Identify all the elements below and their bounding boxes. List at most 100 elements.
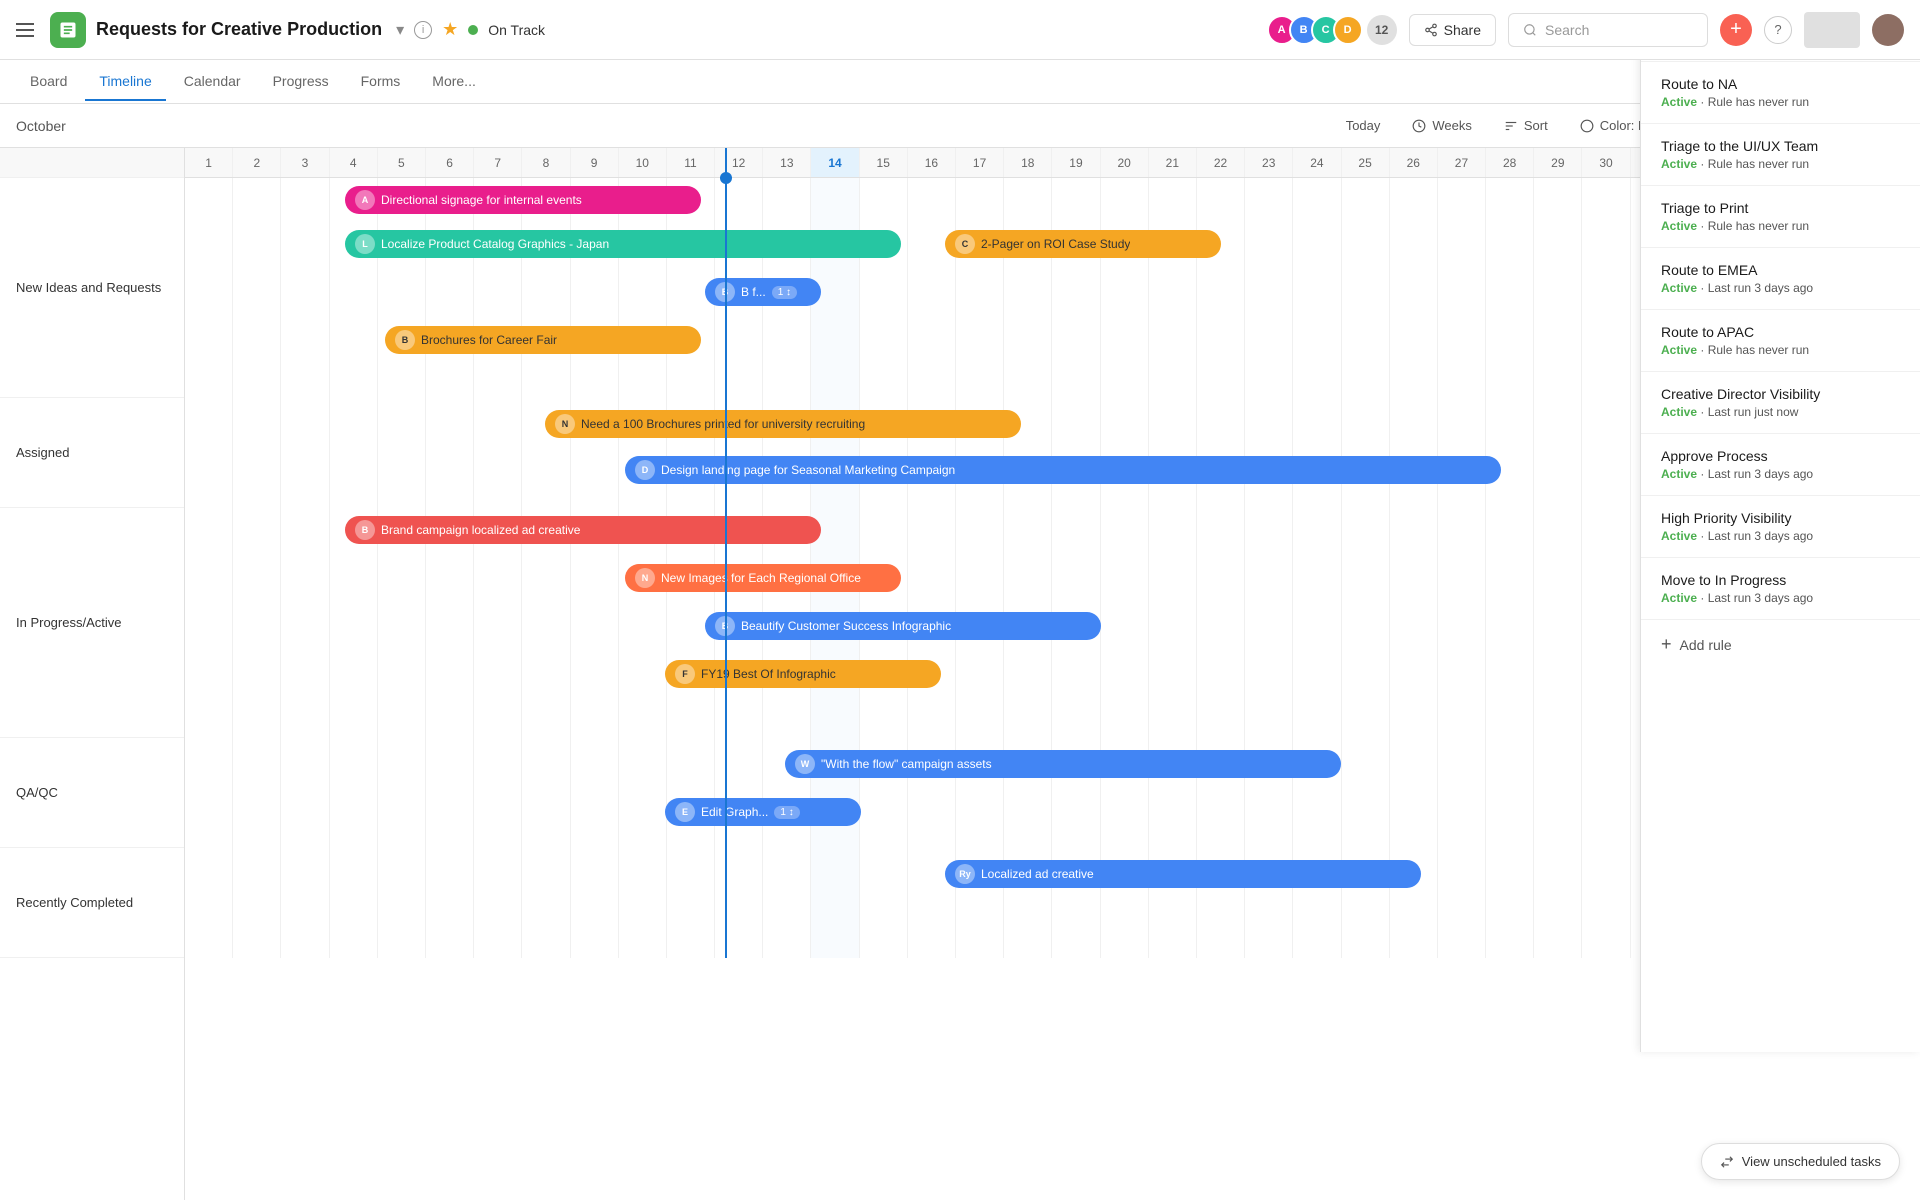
rule-item[interactable]: Route to APAC Active · Rule has never run <box>1641 310 1920 372</box>
sort-button[interactable]: Sort <box>1494 112 1558 139</box>
weeks-button[interactable]: Weeks <box>1402 112 1482 139</box>
task-bar[interactable]: FFY19 Best Of Infographic <box>665 660 941 688</box>
rule-item[interactable]: Move to In ProgressActive · Last run 3 d… <box>1641 558 1920 620</box>
tab-board[interactable]: Board <box>16 63 81 101</box>
tab-calendar[interactable]: Calendar <box>170 63 255 101</box>
task-bar[interactable]: EEdit Graph...1 ↕ <box>665 798 861 826</box>
rule-last-run: Last run 3 days ago <box>1708 591 1813 605</box>
today-button[interactable]: Today <box>1336 112 1391 139</box>
help-button[interactable]: ? <box>1764 16 1792 44</box>
day-cell-26: 26 <box>1390 148 1438 177</box>
tab-forms[interactable]: Forms <box>347 63 415 101</box>
day-cell-1: 1 <box>185 148 233 177</box>
task-bar[interactable]: BBeautify Customer Success Infographic <box>705 612 1101 640</box>
rule-active-indicator: Active <box>1661 405 1697 419</box>
rule-last-run: Rule has never run <box>1708 157 1809 171</box>
rule-name: Route to APAC <box>1661 324 1900 340</box>
task-bar[interactable]: L Localize Product Catalog Graphics - Jap… <box>345 230 901 258</box>
day-cell-3: 3 <box>281 148 329 177</box>
task-label: Brochures for Career Fair <box>421 333 557 347</box>
task-bar[interactable]: ADirectional signage for internal events <box>345 186 701 214</box>
share-button[interactable]: Share <box>1409 14 1496 46</box>
row-label-header <box>0 148 184 178</box>
star-icon[interactable]: ★ <box>442 19 458 40</box>
task-avatar: D <box>635 460 655 480</box>
rule-last-run: Last run 3 days ago <box>1708 529 1813 543</box>
rule-status: Active · Last run 3 days ago <box>1661 529 1900 543</box>
tab-timeline[interactable]: Timeline <box>85 63 165 101</box>
task-label: Edit Graph... <box>701 805 768 819</box>
profile-avatar[interactable] <box>1872 14 1904 46</box>
task-bar[interactable]: BBrand campaign localized ad creative <box>345 516 821 544</box>
day-cell-17: 17 <box>956 148 1004 177</box>
rule-status: Active · Last run 3 days ago <box>1661 591 1900 605</box>
day-cell-14: 14 <box>811 148 859 177</box>
task-label: Localized ad creative <box>981 867 1094 881</box>
task-avatar: B <box>715 616 735 636</box>
add-button[interactable]: + <box>1720 14 1752 46</box>
avatar: D <box>1333 15 1363 45</box>
rule-status: Active · Rule has never run <box>1661 343 1900 357</box>
rule-name: Approve Process <box>1661 448 1900 464</box>
rule-status: Active · Last run 3 days ago <box>1661 281 1900 295</box>
info-icon[interactable]: i <box>414 21 432 39</box>
task-bar[interactable]: RyLocalized ad creative <box>945 860 1421 888</box>
status-dot <box>468 25 478 35</box>
rule-last-run: Last run 3 days ago <box>1708 281 1813 295</box>
main-area: New Ideas and Requests Assigned In Progr… <box>0 148 1920 1200</box>
task-label: "With the flow" campaign assets <box>821 757 992 771</box>
task-label: FY19 Best Of Infographic <box>701 667 836 681</box>
rule-item[interactable]: High Priority VisibilityActive · Last ru… <box>1641 496 1920 558</box>
task-label: Localize Product Catalog Graphics - Japa… <box>381 237 609 251</box>
task-bar[interactable]: DDesign landing page for Seasonal Market… <box>625 456 1501 484</box>
month-label: October <box>16 118 66 134</box>
task-bar[interactable]: W"With the flow" campaign assets <box>785 750 1341 778</box>
task-label: Need a 100 Brochures printed for univers… <box>581 417 865 431</box>
nav-tabs: Board Timeline Calendar Progress Forms M… <box>0 60 1920 104</box>
day-cell-21: 21 <box>1149 148 1197 177</box>
task-avatar: E <box>675 802 695 822</box>
rule-item[interactable]: Route to EMEAActive · Last run 3 days ag… <box>1641 248 1920 310</box>
search-box[interactable]: Search <box>1508 13 1708 47</box>
day-cell-23: 23 <box>1245 148 1293 177</box>
day-cell-18: 18 <box>1004 148 1052 177</box>
day-cell-22: 22 <box>1197 148 1245 177</box>
rule-item[interactable]: Approve ProcessActive · Last run 3 days … <box>1641 434 1920 496</box>
rule-status: Active · Last run just now <box>1661 405 1900 419</box>
rule-item[interactable]: Triage to PrintActive · Rule has never r… <box>1641 186 1920 248</box>
hamburger-menu[interactable] <box>16 18 40 42</box>
tab-progress[interactable]: Progress <box>259 63 343 101</box>
day-cell-20: 20 <box>1101 148 1149 177</box>
task-avatar: N <box>635 568 655 588</box>
header-right: A B C D 12 Share Search + ? <box>1267 12 1904 48</box>
day-cell-15: 15 <box>860 148 908 177</box>
rule-last-run: Last run just now <box>1708 405 1799 419</box>
rule-last-run: Rule has never run <box>1708 343 1809 357</box>
task-bar[interactable]: NNeed a 100 Brochures printed for univer… <box>545 410 1021 438</box>
share-label: Share <box>1444 22 1481 38</box>
day-cell-27: 27 <box>1438 148 1486 177</box>
row-label-assigned: Assigned <box>0 398 184 508</box>
task-bar[interactable]: BBrochures for Career Fair <box>385 326 701 354</box>
status-text: On Track <box>488 22 545 38</box>
day-cell-10: 10 <box>619 148 667 177</box>
task-bar[interactable]: NNew Images for Each Regional Office <box>625 564 901 592</box>
task-bar[interactable]: C2-Pager on ROI Case Study <box>945 230 1221 258</box>
add-rule-button[interactable]: +Add rule <box>1641 620 1920 669</box>
integrations-icon <box>1804 12 1860 48</box>
rule-item[interactable]: Creative Director VisibilityActive · Las… <box>1641 372 1920 434</box>
task-bar[interactable]: BB f...1 ↕ <box>705 278 821 306</box>
toolbar: October Today Weeks Sort Color: Default … <box>0 104 1920 148</box>
rule-item[interactable]: Triage to the UI/UX TeamActive · Rule ha… <box>1641 148 1920 186</box>
rule-name: Triage to Print <box>1661 200 1900 216</box>
day-cell-5: 5 <box>378 148 426 177</box>
task-avatar: L <box>355 234 375 254</box>
project-title: Requests for Creative Production <box>96 19 382 40</box>
rule-status: Active · Rule has never run <box>1661 157 1900 171</box>
day-cell-29: 29 <box>1534 148 1582 177</box>
title-dropdown-icon[interactable]: ▾ <box>396 20 404 40</box>
tab-more[interactable]: More... <box>418 63 490 101</box>
day-cell-30: 30 <box>1582 148 1630 177</box>
view-unscheduled-button[interactable]: View unscheduled tasks <box>1701 1143 1900 1180</box>
day-cell-13: 13 <box>763 148 811 177</box>
